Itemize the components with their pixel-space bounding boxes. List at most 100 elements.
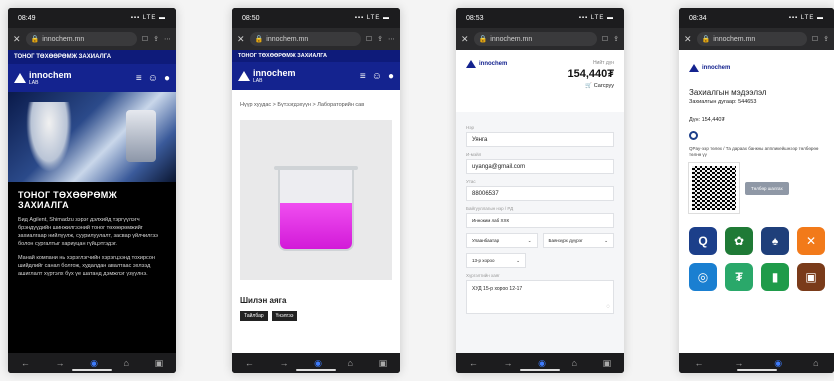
tabs-icon[interactable]: ▣ xyxy=(155,358,164,369)
page-content: ТОНОГ ТӨХӨӨРӨМЖ ЗАХИАЛГА innochem LAB ≡ … xyxy=(8,50,176,353)
home-icon[interactable]: ⌂ xyxy=(124,358,129,368)
khoroo-select[interactable]: 13-р хороо ⌄ xyxy=(466,253,526,268)
phone-4: 08:34 ▪▪▪ LTE ▬ ✕ 🔒 innochem.mn ☐ ⇪ inno… xyxy=(679,8,834,373)
logo-name: innochem xyxy=(479,61,508,67)
user-icon[interactable]: ☺ xyxy=(372,71,382,82)
bank-app-icon[interactable]: ▣ xyxy=(797,263,825,291)
address-textarea[interactable]: ХУД 15-р хороо 12-17 ◌ xyxy=(466,280,614,314)
back-icon[interactable]: ← xyxy=(21,358,30,368)
lab-worker-figure xyxy=(26,102,72,172)
address-field[interactable]: 🔒 innochem.mn xyxy=(249,32,361,46)
forward-icon[interactable]: → xyxy=(279,358,288,368)
chevron-down-icon: ⌄ xyxy=(527,237,532,243)
address-field[interactable]: 🔒 innochem.mn xyxy=(696,32,807,46)
breadcrumb[interactable]: Нүүр хуудас > Бүтээгдэхүүн > Лабораторий… xyxy=(232,90,400,116)
home-icon[interactable]: ⌂ xyxy=(572,358,577,368)
share-icon[interactable]: ⇪ xyxy=(823,35,829,43)
browser-url-bar: ✕ 🔒 innochem.mn ☐ ⇪ ⋯ xyxy=(8,28,176,50)
site-logo[interactable]: innochem LAB xyxy=(14,70,72,86)
bank-app-icon[interactable]: ◎ xyxy=(689,263,717,291)
home-icon[interactable]: ⌂ xyxy=(813,358,818,368)
forward-icon[interactable]: → xyxy=(503,358,512,368)
status-bar: 08:50 ▪▪▪ LTE ▬ xyxy=(232,8,400,28)
cart-icon[interactable]: ● xyxy=(388,71,394,82)
district-select[interactable]: Баянзүрх дүүрэг ⌄ xyxy=(542,233,614,248)
share-icon[interactable]: ⇪ xyxy=(613,35,619,43)
browser-logo-icon[interactable]: ◉ xyxy=(538,358,546,369)
browser-logo-icon[interactable]: ◉ xyxy=(774,358,782,369)
field-label-phone: Утас xyxy=(466,179,476,184)
city-select-value: Улаанбаатар xyxy=(472,238,500,243)
tabs-icon[interactable]: ▣ xyxy=(603,358,612,369)
beaker-figure xyxy=(274,166,358,251)
bank-app-icon[interactable]: ✕ xyxy=(797,227,825,255)
more-icon[interactable]: ⋯ xyxy=(388,35,395,43)
bookmark-icon[interactable]: ☐ xyxy=(366,35,372,43)
back-icon[interactable]: ← xyxy=(469,358,478,368)
bank-app-icon[interactable]: ✿ xyxy=(725,227,753,255)
more-icon[interactable]: ⋯ xyxy=(164,35,171,43)
browser-url-bar: ✕ 🔒 innochem.mn ☐ ⇪ xyxy=(456,28,624,50)
site-logo[interactable]: innochem xyxy=(466,60,507,68)
city-select[interactable]: Улаанбаатар ⌄ xyxy=(466,233,538,248)
menu-icon[interactable]: ≡ xyxy=(136,73,142,84)
logo-mark-icon xyxy=(466,60,476,68)
phone-2: 08:50 ▪▪▪ LTE ▬ ✕ 🔒 innochem.mn ☐ ⇪ ⋯ ТО… xyxy=(232,8,400,373)
close-tab-icon[interactable]: ✕ xyxy=(684,34,692,45)
tabs-icon[interactable]: ▣ xyxy=(379,358,388,369)
phone-field[interactable]: 88006537 xyxy=(466,186,614,201)
close-tab-icon[interactable]: ✕ xyxy=(461,34,469,45)
bank-app-icon[interactable]: Q xyxy=(689,227,717,255)
share-icon[interactable]: ⇪ xyxy=(153,35,159,43)
close-tab-icon[interactable]: ✕ xyxy=(237,34,245,45)
back-icon[interactable]: ← xyxy=(694,358,703,368)
basket-link[interactable]: 🛒 Сагсруу xyxy=(568,83,614,89)
email-field[interactable]: uyanga@gmail.com xyxy=(466,159,614,174)
status-bar: 08:53 ▪▪▪ LTE ▬ xyxy=(456,8,624,28)
company-field[interactable]: Инноким лаб ХХК xyxy=(466,213,614,228)
status-time: 08:50 xyxy=(242,14,260,22)
location-row-2: 13-р хороо ⌄ xyxy=(466,253,614,268)
status-bar: 08:34 ▪▪▪ LTE ▬ xyxy=(679,8,834,28)
total-label: Нийт дүн xyxy=(592,60,614,66)
menu-icon[interactable]: ≡ xyxy=(360,71,366,82)
home-indicator xyxy=(296,369,336,371)
bank-app-icon[interactable]: ₮ xyxy=(725,263,753,291)
address-field[interactable]: 🔒 innochem.mn xyxy=(25,32,137,46)
forward-icon[interactable]: → xyxy=(734,358,743,368)
back-icon[interactable]: ← xyxy=(245,358,254,368)
bank-app-icon[interactable]: ♠ xyxy=(761,227,789,255)
site-header: innochem LAB ≡ ☺ ● xyxy=(232,62,400,90)
name-field[interactable]: Уянга xyxy=(466,132,614,147)
site-logo[interactable]: innochem LAB xyxy=(238,68,296,84)
bookmark-icon[interactable]: ☐ xyxy=(602,35,608,43)
browser-logo-icon[interactable]: ◉ xyxy=(90,358,98,369)
product-title: Шилэн аяга xyxy=(240,296,287,305)
url-text: innochem.mn xyxy=(713,35,756,43)
user-icon[interactable]: ☺ xyxy=(148,73,158,84)
forward-icon[interactable]: → xyxy=(55,358,64,368)
order-total: Нийт дүн 154,440₮ 🛒 Сагсруу xyxy=(568,60,614,89)
browser-nav-bar: ← → ◉ ⌂ ▣ xyxy=(8,353,176,373)
site-logo[interactable]: innochem xyxy=(689,64,824,72)
close-tab-icon[interactable]: ✕ xyxy=(13,34,21,45)
address-field[interactable]: 🔒 innochem.mn xyxy=(473,32,597,46)
bookmark-icon[interactable]: ☐ xyxy=(812,35,818,43)
field-label-email: И-мэйл xyxy=(466,152,482,157)
site-logo-area: innochem xyxy=(689,50,824,88)
check-payment-button[interactable]: Төлбөр шалгах xyxy=(745,181,789,195)
tab-reviews[interactable]: Үнэлгээ xyxy=(271,311,298,321)
tab-description[interactable]: Тайлбар xyxy=(240,311,268,321)
site-header: innochem LAB ≡ ☺ ● xyxy=(8,64,176,92)
khoroo-select-value: 13-р хороо xyxy=(472,258,495,263)
bank-app-icon[interactable]: ▮ xyxy=(761,263,789,291)
home-icon[interactable]: ⌂ xyxy=(348,358,353,368)
cart-icon[interactable]: ● xyxy=(164,73,170,84)
microscope-figure xyxy=(126,110,156,162)
status-signal: ▪▪▪ LTE ▬ xyxy=(130,15,166,21)
product-image[interactable] xyxy=(240,120,392,280)
bookmark-icon[interactable]: ☐ xyxy=(142,35,148,43)
browser-logo-icon[interactable]: ◉ xyxy=(314,358,322,369)
share-icon[interactable]: ⇪ xyxy=(377,35,383,43)
beaker-rim xyxy=(274,166,358,170)
